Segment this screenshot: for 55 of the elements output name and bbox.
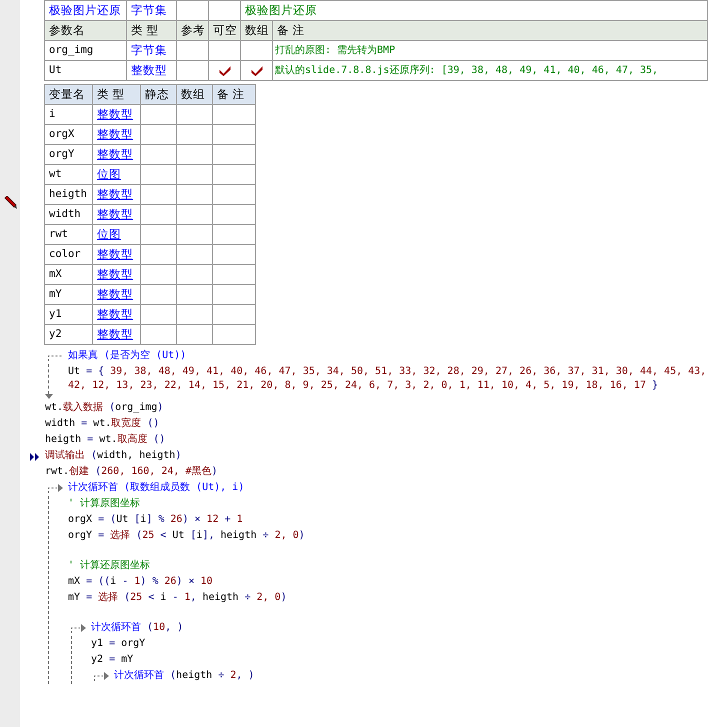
code-line: width = wt.取宽度 () (45, 416, 160, 431)
param-remark: 默认的slide.7.8.8.js还原序列: [39, 38, 48, 49, 41, 40, 46, 47, 35, (272, 60, 708, 80)
param-remark: 打乱的原图: 需先转为BMP (272, 40, 708, 60)
double-arrow-icon (30, 453, 40, 461)
loop-arrow-icon[interactable] (91, 671, 111, 681)
code-line: mX = ((i - 1) % 26) × 10 (68, 575, 214, 589)
code-comment: ' 计算原图坐标 (68, 496, 142, 511)
loop-arrow-icon[interactable] (45, 483, 65, 493)
column-header: 类 型 (92, 84, 140, 104)
column-header: 参考 (176, 20, 208, 40)
variable-name: y1 (44, 304, 92, 324)
code-line: y1 = orgY (91, 637, 146, 651)
code-line: Ut = { 39, 38, 48, 49, 41, 40, 46, 47, 35, 34, 50, 51, 33, 32, 28, 29, 27, 26, 36, 37, 31, 30, 44, 45, 43, 42, 12, 13, 23, 22, 14, 15, 21, 20, 8, 9, 25, 24, 6, 7, 3, 2, 0, 1, 11, 10, 4, 5, 19, 18, 16, 17 } (68, 365, 708, 393)
column-header: 变量名 (44, 84, 92, 104)
code-line: rwt.创建 (260, 160, 24, #黑色) (45, 464, 218, 479)
variable-name: y2 (44, 324, 92, 344)
column-header: 数组 (176, 84, 212, 104)
column-header: 类 型 (126, 20, 176, 40)
code-line: 计次循环首 (取数组成员数 (Ut), i) (68, 480, 244, 495)
param-name: Ut (44, 60, 126, 80)
code-line: mY = 选择 (25 < i - 1, heigth ÷ 2, 0) (68, 590, 288, 605)
variable-name: heigth (44, 184, 92, 204)
variable-name: orgY (44, 144, 92, 164)
variable-name: wt (44, 164, 92, 184)
loop-arrow-icon[interactable] (68, 623, 88, 633)
code-line: heigth = wt.取高度 () (45, 432, 166, 447)
code-line: 如果真 (是否为空 (Ut)) (68, 348, 186, 363)
code-line: 计次循环首 (heigth ÷ 2, ) (114, 668, 254, 683)
variable-name: mX (44, 264, 92, 284)
column-header: 备 注 (272, 20, 708, 40)
pencil-icon (4, 196, 17, 209)
column-header: 数组 (240, 20, 272, 40)
code-comment: ' 计算还原图坐标 (68, 558, 152, 573)
code-line: 调试输出 (width, heigth) (45, 448, 182, 463)
variable-name: i (44, 104, 92, 124)
down-arrow-icon (45, 394, 53, 400)
variable-name: width (44, 204, 92, 224)
variable-name: rwt (44, 224, 92, 244)
column-header: 静态 (140, 84, 176, 104)
code-line: y2 = mY (91, 653, 134, 667)
variable-name: mY (44, 284, 92, 304)
param-type: 整数型 (126, 60, 176, 80)
column-header: 备 注 (212, 84, 256, 104)
code-line: orgX = (Ut [i] % 26) × 12 + 1 (68, 513, 244, 527)
code-line: 计次循环首 (10, ) (91, 620, 184, 635)
code-line: wt.载入数据 (org_img) (45, 400, 164, 415)
variable-name: orgX (44, 124, 92, 144)
code-line: orgY = 选择 (25 < Ut [i], heigth ÷ 2, 0) (68, 528, 306, 543)
column-header: 参数名 (44, 20, 126, 40)
param-type: 字节集 (126, 40, 176, 60)
column-header: 可空 (208, 20, 240, 40)
subroutine-name: 极验图片还原 (44, 0, 126, 20)
variable-name: color (44, 244, 92, 264)
param-name: org_img (44, 40, 126, 60)
subroutine-remark: 极验图片还原 (240, 0, 708, 20)
